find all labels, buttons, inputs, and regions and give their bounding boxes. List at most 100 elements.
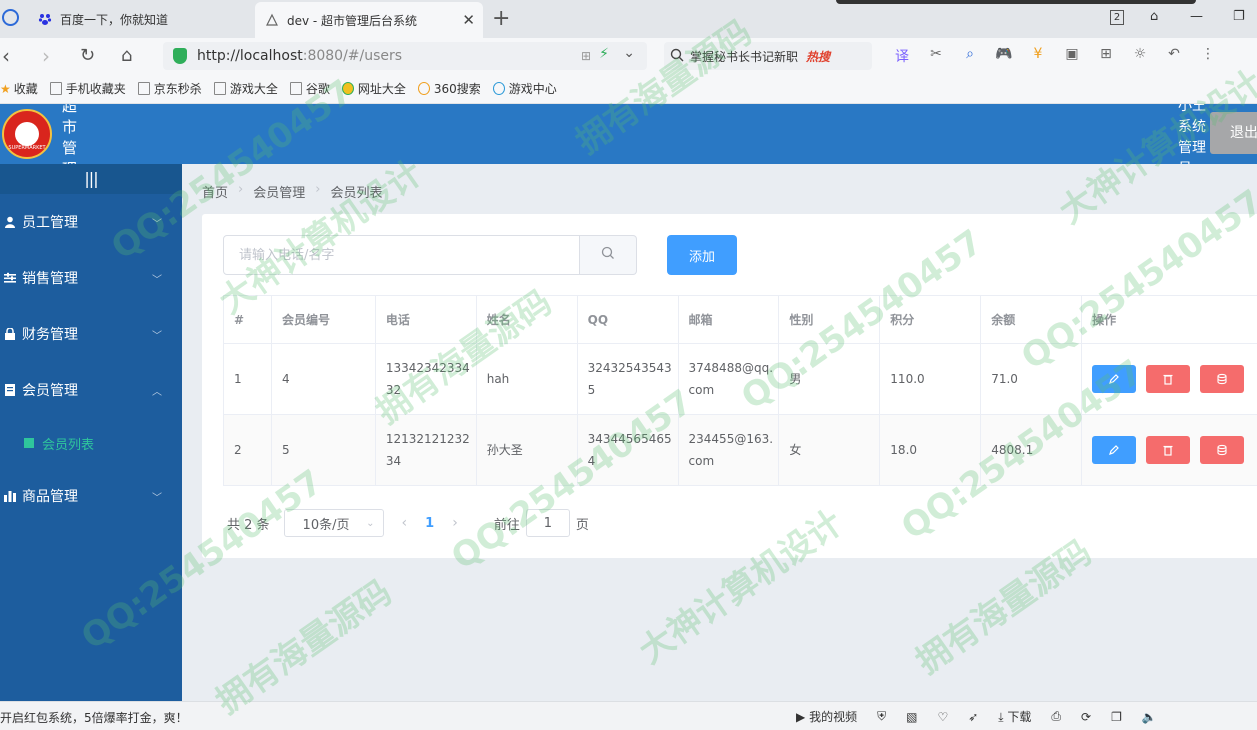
bookmark-favorites[interactable]: ★ 收藏 (0, 80, 38, 97)
breadcrumb-separator: › (315, 182, 321, 197)
qr-grid-icon[interactable]: ⊞ (581, 49, 591, 63)
page-unit-label: 页 (575, 517, 589, 533)
heart-icon[interactable]: ♡ (937, 710, 948, 724)
page-icon (213, 82, 226, 95)
bookmark-item[interactable]: 360搜索 (417, 80, 481, 97)
new-tab-button[interactable]: + (492, 6, 510, 31)
hot-search-label[interactable]: 热搜 (806, 48, 830, 65)
bookmark-item[interactable]: 游戏中心 (492, 80, 557, 97)
goto-page-input[interactable] (525, 509, 570, 537)
cell-phone: 1213212123234 (374, 414, 477, 486)
printer-icon[interactable]: ⎙ (1051, 709, 1061, 724)
chevron-down-icon[interactable]: ⌄ (623, 45, 635, 61)
wallet-icon[interactable]: ▣ (1062, 46, 1082, 66)
minimize-icon[interactable]: — (1190, 9, 1203, 24)
magnifier-icon[interactable]: ⌕ (960, 46, 980, 66)
phone-icon (49, 82, 62, 95)
refresh-icon[interactable]: ⟳ (1081, 710, 1091, 724)
sidebar-item-products[interactable]: 商品管理 ﹀ (0, 468, 182, 524)
brightness-icon[interactable]: ☼ (1130, 46, 1150, 66)
maximize-icon[interactable]: ❐ (1233, 9, 1245, 24)
translate-icon[interactable]: 译 (892, 46, 912, 66)
sidebar-subitem-label: 会员列表 (42, 437, 95, 453)
current-page[interactable]: 1 (425, 516, 434, 531)
bookmark-item[interactable]: 游戏大全 (213, 80, 278, 97)
bookmark-item[interactable]: 京东秒杀 (137, 80, 202, 97)
edit-button[interactable] (1092, 436, 1137, 464)
recharge-button[interactable] (1199, 365, 1244, 393)
baidu-paw-icon (38, 12, 52, 26)
search-box[interactable]: 掌握秘书长书记新职 热搜 (664, 42, 872, 70)
undo-icon[interactable]: ↶ (1164, 46, 1184, 66)
close-tab-icon[interactable]: ✕ (462, 11, 475, 29)
cell-balance: 4808.1 (980, 414, 1083, 486)
search-icon (601, 246, 615, 264)
image-icon[interactable]: ▧ (906, 710, 917, 724)
delete-button[interactable] (1145, 436, 1190, 464)
bookmarks-bar: ★ 收藏 手机收藏夹 京东秒杀 游戏大全 谷歌 网址大全 360搜索 游戏中心 (0, 74, 1257, 104)
collapse-toggle[interactable]: ||| (0, 164, 182, 194)
trash-icon (1163, 374, 1173, 385)
page-size-select[interactable]: 10条/页 ⌄ (283, 509, 384, 537)
rocket-icon[interactable]: ➶ (968, 710, 978, 724)
forward-icon[interactable]: › (42, 44, 50, 68)
coins-icon (1217, 373, 1227, 385)
bookmark-item[interactable]: 谷歌 (289, 80, 330, 97)
tab-active-dev[interactable]: dev - 超市管理后台系统 ✕ (255, 2, 483, 38)
window-icon[interactable]: ❐ (1111, 710, 1122, 724)
next-page-icon[interactable]: › (452, 515, 458, 531)
sidebar-item-finance[interactable]: 财务管理 ﹀ (0, 306, 182, 362)
cell-points: 110.0 (879, 343, 982, 415)
speaker-icon[interactable]: 🔈 (1142, 710, 1157, 724)
browser-logo-icon (2, 9, 19, 26)
chevron-down-icon: ﹀ (152, 218, 162, 230)
address-bar[interactable]: http://localhost:8080/#/users ⊞ ⚡ ⌄ (163, 42, 647, 70)
more-icon[interactable]: ⋮ (1198, 46, 1218, 66)
sidebar-item-sales[interactable]: 销售管理 ﹀ (0, 250, 182, 306)
coupon-icon[interactable]: ¥ (1028, 46, 1048, 66)
video-item[interactable]: ▶ 我的视频 (796, 708, 857, 725)
coins-icon (1217, 444, 1227, 456)
logout-button[interactable]: 退出 (1210, 112, 1257, 154)
shirt-icon[interactable]: ⌂ (1150, 9, 1158, 24)
chevron-up-icon: ︿ (152, 386, 162, 398)
lightning-icon[interactable]: ⚡ (599, 46, 609, 62)
gamepad-icon[interactable]: 🎮 (994, 46, 1014, 66)
home-icon[interactable]: ⌂ (121, 45, 132, 66)
cell-phone: 1334234233432 (374, 343, 477, 415)
user-icon (4, 216, 16, 228)
title-bar-shadow (836, 0, 1196, 4)
cell-name: hah (475, 343, 578, 415)
window-count-badge[interactable]: 2 (1110, 10, 1124, 25)
search-input[interactable] (223, 235, 580, 275)
bookmark-item[interactable]: 网址大全 (341, 80, 406, 97)
column-header: 积分 (879, 295, 982, 344)
sidebar-subitem-member-list[interactable]: 会员列表 (0, 418, 182, 468)
delete-button[interactable] (1145, 365, 1190, 393)
sidebar-item-members[interactable]: 会员管理 ︿ (0, 362, 182, 418)
add-member-button[interactable]: 添加 (667, 235, 737, 275)
breadcrumb-home[interactable]: 首页 (202, 182, 228, 201)
search-button[interactable] (580, 235, 637, 275)
download-item[interactable]: ⤓ 下载 (998, 708, 1031, 725)
scissors-icon[interactable]: ✂ (926, 46, 946, 66)
reload-icon[interactable]: ↻ (80, 45, 95, 66)
download-label: 下载 (1007, 710, 1032, 724)
apps-grid-icon[interactable]: ⊞ (1096, 46, 1116, 66)
chevron-down-icon: ﹀ (152, 330, 162, 342)
lock-icon (4, 327, 16, 340)
back-icon[interactable]: ‹ (2, 44, 10, 68)
pagination: 共 2 条 10条/页 ⌄ ‹ 1 › 前往 页 (227, 509, 589, 537)
tab-baidu[interactable]: 百度一下，你就知道 (28, 4, 252, 34)
status-ad-text[interactable]: 开启红包系统，5倍爆率打金，爽！ (0, 709, 188, 726)
sidebar-item-employees[interactable]: 员工管理 ﹀ (0, 194, 182, 250)
prev-page-icon[interactable]: ‹ (402, 515, 408, 531)
cell-qq: 343445654654 (576, 414, 679, 486)
edit-button[interactable] (1092, 365, 1137, 393)
member-list-card: 添加 # 会员编号 电话 姓名 QQ 邮箱 性别 积分 余额 操作 (202, 214, 1257, 558)
bookmark-item[interactable]: 手机收藏夹 (49, 80, 126, 97)
shield-icon[interactable]: ⛨ (877, 709, 886, 724)
table-row: 1 4 1334234233432 hah 324325435435 37484… (223, 343, 1257, 415)
sliders-icon (4, 272, 16, 284)
recharge-button[interactable] (1199, 436, 1244, 464)
